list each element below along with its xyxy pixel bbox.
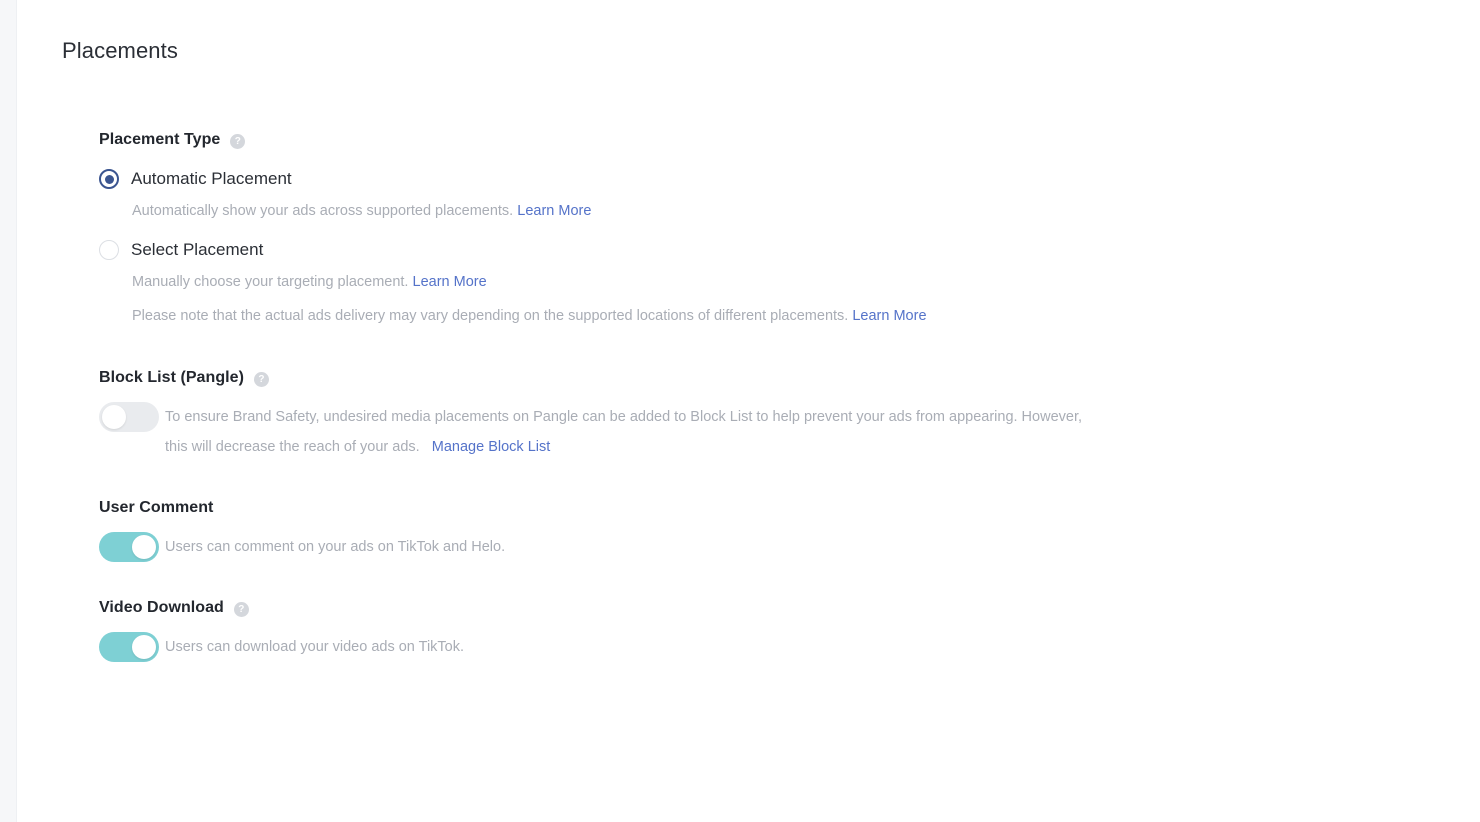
user-comment-label: User Comment bbox=[99, 498, 1460, 518]
video-download-description: Users can download your video ads on Tik… bbox=[165, 639, 465, 655]
hint-select-placement: Manually choose your targeting placement… bbox=[132, 272, 1460, 292]
placements-form: Placement Type ? Automatic Placement Aut… bbox=[99, 130, 1460, 662]
manage-block-list-link[interactable]: Manage Block List bbox=[432, 439, 550, 455]
video-download-label: Video Download ? bbox=[99, 598, 1460, 618]
page-left-gutter bbox=[0, 0, 17, 822]
learn-more-link-note[interactable]: Learn More bbox=[852, 308, 926, 324]
block-list-description-line1: To ensure Brand Safety, undesired media … bbox=[165, 409, 1083, 425]
video-download-toggle-row: Users can download your video ads on Tik… bbox=[99, 632, 1460, 662]
hint-automatic-placement: Automatically show your ads across suppo… bbox=[132, 201, 1460, 221]
placement-type-label-text: Placement Type bbox=[99, 131, 221, 148]
hint-automatic-placement-text: Automatically show your ads across suppo… bbox=[132, 203, 514, 219]
page-title: Placements bbox=[62, 38, 178, 63]
user-comment-label-text: User Comment bbox=[99, 499, 214, 516]
hint-select-placement-text: Manually choose your targeting placement… bbox=[132, 274, 409, 290]
placements-panel: Placements Placement Type ? Automatic Pl… bbox=[18, 0, 1480, 822]
toggle-knob bbox=[132, 535, 156, 559]
placement-type-group: Placement Type ? Automatic Placement Aut… bbox=[99, 130, 1460, 326]
spacer-after-block-list bbox=[99, 462, 1460, 498]
learn-more-link-automatic[interactable]: Learn More bbox=[517, 203, 591, 219]
radio-label-select-placement: Select Placement bbox=[131, 240, 264, 259]
block-list-label: Block List (Pangle) ? bbox=[99, 368, 1460, 388]
user-comment-group: User Comment Users can comment on your a… bbox=[99, 498, 1460, 562]
user-comment-description: Users can comment on your ads on TikTok … bbox=[165, 539, 506, 555]
radio-option-automatic-placement[interactable]: Automatic Placement bbox=[99, 168, 1460, 190]
help-circle-icon[interactable]: ? bbox=[253, 371, 269, 387]
block-list-toggle-row: To ensure Brand Safety, undesired media … bbox=[99, 402, 1460, 462]
placement-type-label: Placement Type ? bbox=[99, 130, 1460, 150]
user-comment-toggle[interactable] bbox=[99, 532, 159, 562]
block-list-description-line2: this will decrease the reach of your ads… bbox=[165, 439, 420, 455]
spacer-after-placement-type bbox=[99, 326, 1460, 368]
radio-button-select-placement[interactable] bbox=[99, 240, 119, 260]
video-download-label-text: Video Download bbox=[99, 599, 224, 616]
placement-delivery-note: Please note that the actual ads delivery… bbox=[132, 306, 1460, 326]
block-list-description-line2-wrap: this will decrease the reach of your ads… bbox=[165, 432, 1082, 462]
video-download-toggle[interactable] bbox=[99, 632, 159, 662]
help-circle-icon[interactable]: ? bbox=[230, 133, 246, 149]
radio-label-automatic-placement: Automatic Placement bbox=[131, 169, 292, 188]
learn-more-link-select[interactable]: Learn More bbox=[413, 274, 487, 290]
help-circle-icon[interactable]: ? bbox=[233, 601, 249, 617]
block-list-group: Block List (Pangle) ? To ensure Brand Sa… bbox=[99, 368, 1460, 462]
toggle-knob bbox=[102, 405, 126, 429]
video-download-group: Video Download ? Users can download your… bbox=[99, 598, 1460, 662]
radio-option-select-placement[interactable]: Select Placement bbox=[99, 239, 1460, 261]
user-comment-toggle-row: Users can comment on your ads on TikTok … bbox=[99, 532, 1460, 562]
toggle-knob bbox=[132, 635, 156, 659]
spacer-after-user-comment bbox=[99, 562, 1460, 598]
block-list-label-text: Block List (Pangle) bbox=[99, 369, 244, 386]
placement-delivery-note-text: Please note that the actual ads delivery… bbox=[132, 308, 849, 324]
block-list-toggle[interactable] bbox=[99, 402, 159, 432]
radio-button-automatic-placement[interactable] bbox=[99, 169, 119, 189]
block-list-description: To ensure Brand Safety, undesired media … bbox=[165, 402, 1082, 462]
